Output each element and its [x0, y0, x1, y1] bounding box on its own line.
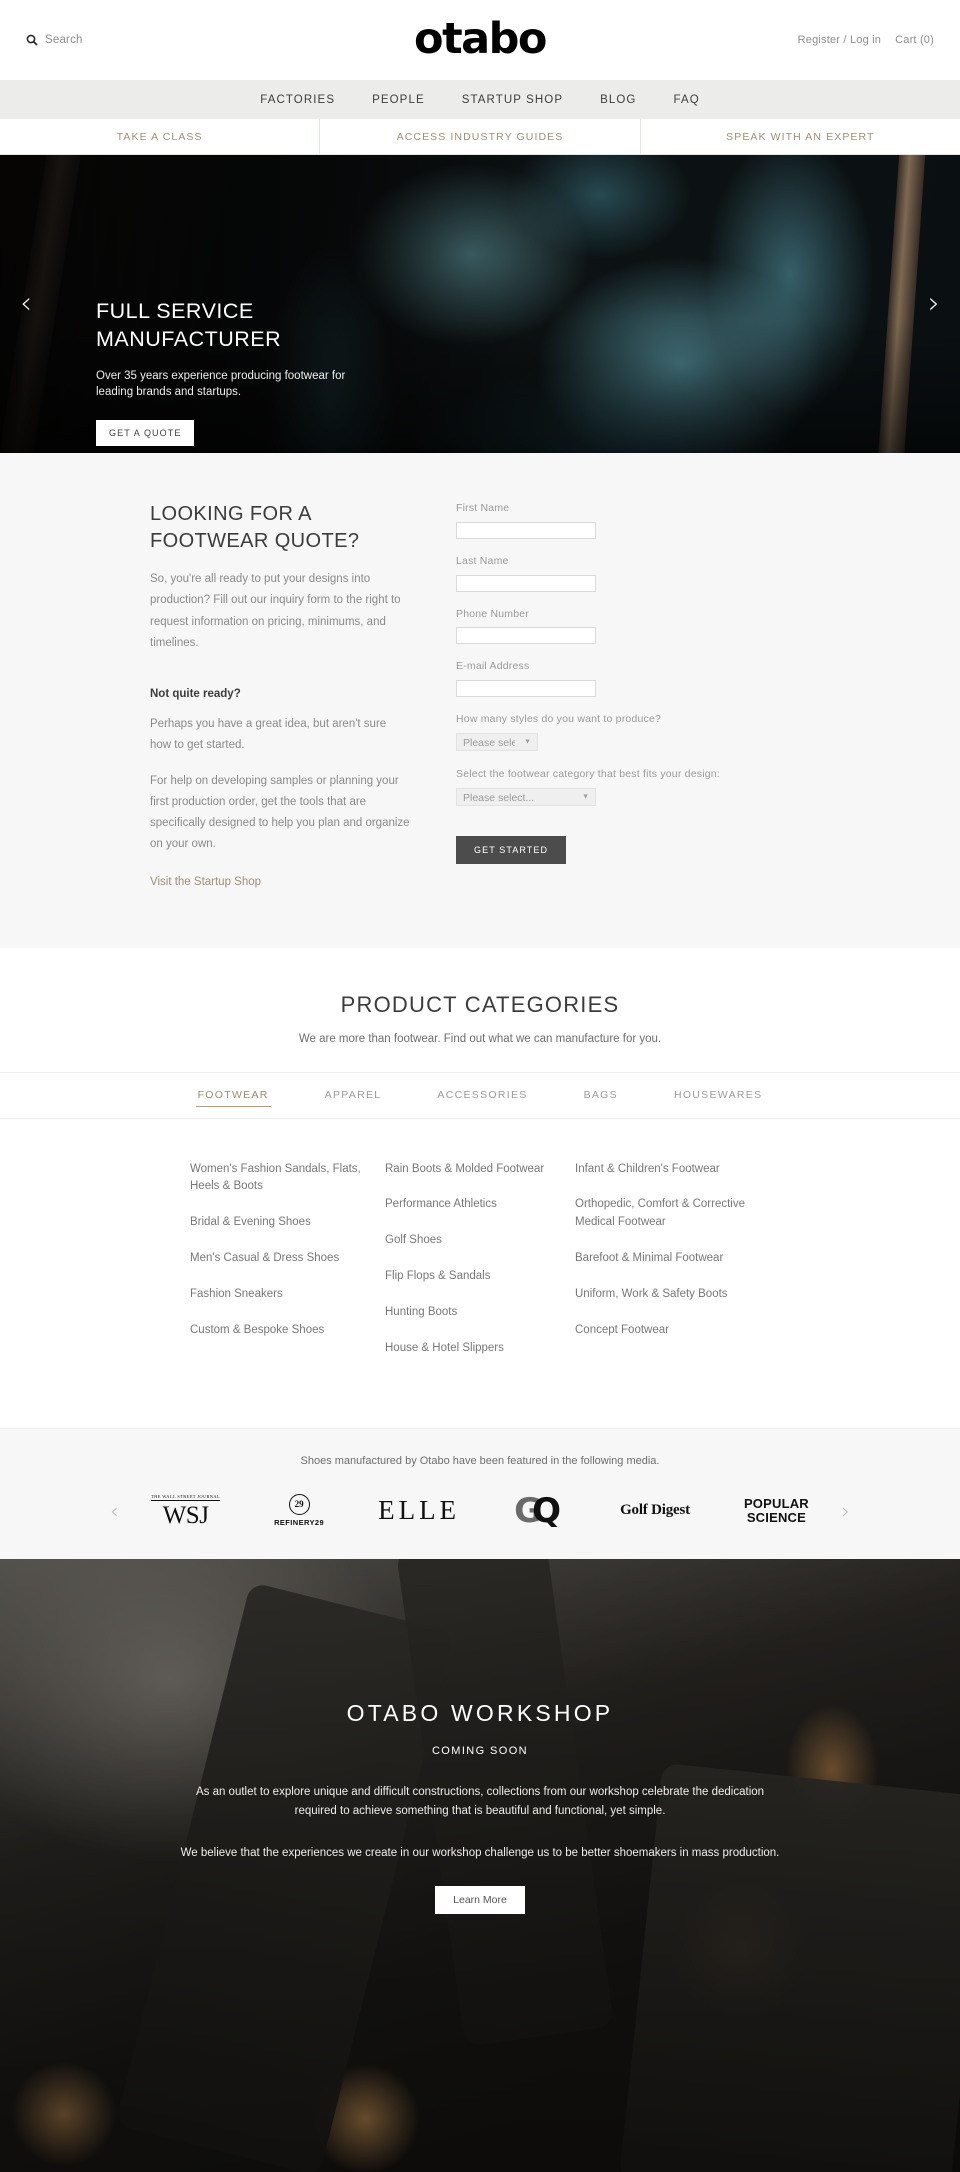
list-item[interactable]: Hunting Boots — [385, 1304, 575, 1322]
phone-number-label: Phone Number — [456, 607, 530, 620]
list-item[interactable]: Orthopedic, Comfort & Corrective Medical… — [575, 1196, 770, 1232]
workshop-paragraph-2: We believe that the experiences we creat… — [180, 1847, 780, 1860]
quote-subheading: Not quite ready? — [150, 688, 241, 701]
list-item[interactable]: Rain Boots & Molded Footwear — [385, 1161, 575, 1179]
quote-form: First Name Last Name Phone Number E-mail… — [450, 501, 770, 890]
list-item[interactable]: Fashion Sneakers — [190, 1286, 385, 1304]
quote-paragraph-2: Perhaps you have a great idea, but aren'… — [150, 718, 387, 752]
golf-digest-logo[interactable]: Golf Digest — [620, 1502, 690, 1519]
nav-item-people[interactable]: PEOPLE — [372, 94, 425, 106]
styles-count-select[interactable]: Please select... — [456, 732, 538, 751]
top-bar: Search otabo Register / Log in Cart (0) — [0, 0, 960, 80]
quote-paragraph: So, you're all ready to put your designs… — [150, 573, 401, 649]
tab-footwear[interactable]: FOOTWEAR — [195, 1084, 271, 1107]
tab-housewares[interactable]: HOUSEWARES — [672, 1084, 764, 1107]
nav-item-blog[interactable]: BLOG — [600, 94, 636, 106]
list-item[interactable]: Custom & Bespoke Shoes — [190, 1322, 385, 1340]
subnav-item-speak-with-an-expert[interactable]: SPEAK WITH AN EXPERT — [639, 119, 960, 154]
chevron-right-icon[interactable]: › — [928, 289, 940, 319]
list-item[interactable]: Men's Casual & Dress Shoes — [190, 1250, 385, 1268]
visit-startup-shop-link[interactable]: Visit the Startup Shop — [150, 876, 261, 888]
hero-content: FULL SERVICE MANUFACTURER Over 35 years … — [96, 297, 356, 447]
workshop-content: OTABO WORKSHOP COMING SOON As an outlet … — [0, 1559, 960, 1914]
get-started-button[interactable]: GET STARTED — [456, 835, 567, 864]
wsj-logo[interactable]: THE WALL STREET JOURNAL WSJ — [151, 1493, 221, 1529]
hero-carousel: ‹ › FULL SERVICE MANUFACTURER Over 35 ye… — [0, 155, 960, 453]
list-item[interactable]: Golf Shoes — [385, 1232, 575, 1250]
main-nav: FACTORIES PEOPLE STARTUP SHOP BLOG FAQ — [0, 80, 960, 119]
phone-number-field[interactable] — [456, 627, 596, 645]
email-address-field[interactable] — [456, 680, 596, 697]
tab-apparel[interactable]: APPAREL — [323, 1084, 384, 1107]
tab-accessories[interactable]: ACCESSORIES — [435, 1084, 529, 1107]
gq-logo-q: Q — [532, 1490, 561, 1531]
popular-science-logo[interactable]: POPULAR SCIENCE — [744, 1497, 809, 1524]
product-category-columns: Women's Fashion Sandals, Flats, Heels & … — [0, 1119, 960, 1428]
quote-section: LOOKING FOR A FOOTWEAR QUOTE? So, you're… — [0, 453, 960, 948]
popular-science-logo-line1: POPULAR — [743, 1495, 809, 1511]
nav-item-startup-shop[interactable]: STARTUP SHOP — [462, 94, 563, 106]
quote-paragraph-3: For help on developing samples or planni… — [150, 774, 410, 851]
get-a-quote-button[interactable]: GET A QUOTE — [96, 420, 195, 447]
quote-heading: LOOKING FOR A FOOTWEAR QUOTE? — [150, 503, 360, 552]
list-item[interactable]: Women's Fashion Sandals, Flats, Heels & … — [190, 1161, 385, 1197]
workshop-status: COMING SOON — [431, 1744, 529, 1757]
hero-subtitle: Over 35 years experience producing footw… — [96, 369, 346, 399]
styles-count-label: How many styles do you want to produce? — [456, 713, 662, 725]
workshop-heading: OTABO WORKSHOP — [346, 1699, 614, 1726]
email-address-label: E-mail Address — [456, 660, 530, 673]
product-categories-subheading: We are more than footwear. Find out what… — [298, 1032, 662, 1045]
refinery29-logo-mark: 29 — [288, 1494, 310, 1516]
media-note: Shoes manufactured by Otabo have been fe… — [300, 1454, 660, 1467]
hero-title: FULL SERVICE MANUFACTURER — [96, 299, 282, 352]
media-logo-row: THE WALL STREET JOURNAL WSJ 29 REFINERY2… — [0, 1489, 960, 1533]
list-item[interactable]: Barefoot & Minimal Footwear — [575, 1250, 770, 1268]
chevron-right-icon[interactable]: › — [841, 1499, 850, 1524]
workshop-paragraph-1: As an outlet to explore unique and diffi… — [195, 1785, 765, 1818]
subnav-item-access-industry-guides[interactable]: ACCESS INDUSTRY GUIDES — [319, 119, 639, 154]
nav-item-faq[interactable]: FAQ — [673, 94, 699, 106]
product-category-tabs: FOOTWEAR APPAREL ACCESSORIES BAGS HOUSEW… — [0, 1071, 960, 1119]
gq-logo[interactable]: G Q — [514, 1494, 566, 1528]
nav-item-factories[interactable]: FACTORIES — [260, 94, 335, 106]
workshop-section: OTABO WORKSHOP COMING SOON As an outlet … — [0, 1558, 960, 2172]
wsj-logo-main: WSJ — [162, 1501, 209, 1529]
refinery29-logo-main: REFINERY29 — [274, 1518, 325, 1528]
popular-science-logo-line2: SCIENCE — [746, 1509, 807, 1525]
elle-logo-main: ELLE — [378, 1495, 461, 1526]
sub-nav: TAKE A CLASS ACCESS INDUSTRY GUIDES SPEA… — [0, 119, 960, 155]
page-root: Search otabo Register / Log in Cart (0) … — [0, 0, 960, 2172]
refinery29-logo[interactable]: 29 REFINERY29 — [274, 1494, 324, 1527]
subnav-item-take-a-class[interactable]: TAKE A CLASS — [0, 119, 319, 154]
category-column-1: Women's Fashion Sandals, Flats, Heels & … — [190, 1161, 385, 1376]
learn-more-button[interactable]: Learn More — [435, 1885, 525, 1914]
product-categories-heading: PRODUCT CATEGORIES — [340, 991, 620, 1017]
footwear-category-label: Select the footwear category that best f… — [456, 767, 720, 780]
category-column-3: Infant & Children's Footwear Orthopedic,… — [575, 1161, 770, 1376]
quote-copy: LOOKING FOR A FOOTWEAR QUOTE? So, you're… — [150, 501, 450, 890]
list-item[interactable]: Concept Footwear — [575, 1322, 770, 1340]
site-logo[interactable]: otabo — [0, 18, 960, 61]
tab-bags[interactable]: BAGS — [582, 1084, 620, 1107]
footwear-category-select[interactable]: Please select... — [456, 787, 596, 806]
category-column-2: Rain Boots & Molded Footwear Performance… — [385, 1161, 575, 1376]
list-item[interactable]: Uniform, Work & Safety Boots — [575, 1286, 770, 1304]
list-item[interactable]: Flip Flops & Sandals — [385, 1268, 575, 1286]
chevron-left-icon[interactable]: ‹ — [20, 289, 32, 319]
elle-logo[interactable]: ELLE — [378, 1497, 460, 1524]
last-name-field[interactable] — [456, 574, 596, 592]
product-categories-section: PRODUCT CATEGORIES We are more than foot… — [0, 947, 960, 1428]
list-item[interactable]: Performance Athletics — [385, 1196, 575, 1214]
chevron-left-icon[interactable]: ‹ — [110, 1499, 119, 1524]
wsj-logo-top: THE WALL STREET JOURNAL — [151, 1493, 221, 1501]
golf-digest-logo-main: Golf Digest — [620, 1502, 690, 1519]
first-name-label: First Name — [456, 502, 510, 514]
list-item[interactable]: Bridal & Evening Shoes — [190, 1214, 385, 1232]
last-name-label: Last Name — [456, 554, 509, 567]
media-section: Shoes manufactured by Otabo have been fe… — [0, 1427, 960, 1559]
list-item[interactable]: House & Hotel Slippers — [385, 1340, 575, 1358]
list-item[interactable]: Infant & Children's Footwear — [575, 1161, 770, 1179]
first-name-field[interactable] — [456, 521, 596, 539]
